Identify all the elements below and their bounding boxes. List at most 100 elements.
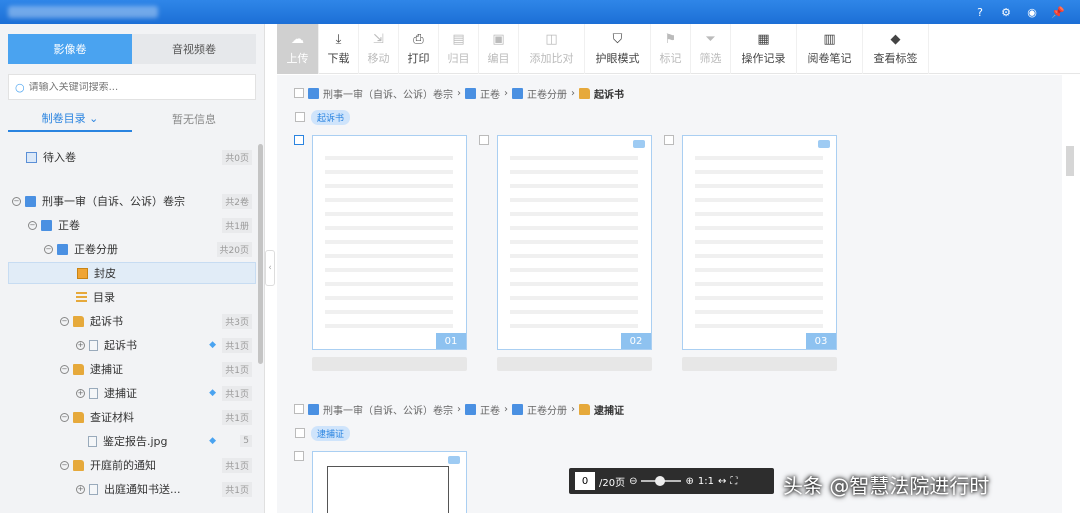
reading-notes-button[interactable]: ▥ 阅卷笔记 xyxy=(797,24,863,74)
tree-count: 共1页 xyxy=(222,481,252,497)
collapse-icon[interactable]: − xyxy=(60,460,69,470)
breadcrumb-item[interactable]: 刑事一审（自诉、公诉）卷宗 xyxy=(323,402,453,417)
print-button[interactable]: ⎙ 打印 xyxy=(399,24,439,74)
breadcrumb-item[interactable]: 正卷分册 xyxy=(527,86,567,101)
collapse-icon[interactable]: − xyxy=(12,196,21,206)
document-checkbox[interactable] xyxy=(295,428,305,438)
upload-label: 上传 xyxy=(286,51,309,65)
upload-button[interactable]: ☁ 上传 xyxy=(277,24,319,74)
tree-item-case-file[interactable]: − 刑事一审（自诉、公诉）卷宗 共2卷 xyxy=(8,190,256,212)
collapse-icon[interactable]: − xyxy=(28,220,37,230)
search-input[interactable] xyxy=(28,81,249,93)
tree-label: 出庭通知书送... xyxy=(104,483,181,496)
document-checkbox[interactable] xyxy=(295,112,305,122)
page-checkbox[interactable] xyxy=(479,135,489,145)
document-chip[interactable]: 起诉书 xyxy=(311,109,351,125)
page-thumbnail[interactable]: 03 xyxy=(682,135,837,350)
tab-av-volume[interactable]: 音视频卷 xyxy=(132,34,256,64)
actual-size-button[interactable]: 1:1 xyxy=(698,476,714,487)
breadcrumb-item[interactable]: 刑事一审（自诉、公诉）卷宗 xyxy=(323,86,453,101)
compare-icon: ◫ xyxy=(545,31,558,47)
categorize-button[interactable]: ▤ 归目 xyxy=(439,24,479,74)
view-tags-button[interactable]: ◆ 查看标签 xyxy=(863,24,929,74)
tree-item-arrest-folder[interactable]: − 逮捕证 共1页 xyxy=(8,358,256,380)
zoom-slider[interactable] xyxy=(641,476,682,486)
tree-item-indictment[interactable]: + 起诉书 ◆ 共1页 xyxy=(8,334,256,356)
folder-icon xyxy=(579,87,590,99)
move-icon: ⇲ xyxy=(373,31,384,47)
tree-item-main-volume[interactable]: − 正卷 共1册 xyxy=(8,214,256,236)
case-file-icon xyxy=(308,87,319,99)
collapse-icon[interactable]: − xyxy=(44,244,53,254)
collapse-icon[interactable]: − xyxy=(60,412,69,422)
title-bar: ? ⚙ ◉ 📌 xyxy=(0,0,1080,24)
browser-icon[interactable]: ◉ xyxy=(1024,4,1040,20)
tree-item-indictment-folder[interactable]: − 起诉书 共3页 xyxy=(8,310,256,332)
eye-protection-button[interactable]: ⛉ 护眼模式 xyxy=(585,24,651,74)
file-icon xyxy=(89,387,98,399)
volume-icon xyxy=(465,403,476,415)
collapse-icon[interactable]: − xyxy=(60,316,69,326)
expand-icon[interactable]: + xyxy=(76,388,85,398)
fit-width-icon[interactable]: ↔ xyxy=(718,476,726,487)
mark-button[interactable]: ⚑ 标记 xyxy=(651,24,691,74)
help-icon[interactable]: ? xyxy=(972,4,988,20)
move-button[interactable]: ⇲ 移动 xyxy=(359,24,399,74)
file-icon xyxy=(89,483,98,495)
filter-label: 筛选 xyxy=(699,51,722,65)
tree-item-arrest[interactable]: + 逮捕证 ◆ 共1页 xyxy=(8,382,256,404)
expand-icon[interactable]: + xyxy=(76,484,85,494)
zoom-slider-knob[interactable] xyxy=(655,476,666,486)
section-checkbox[interactable] xyxy=(294,404,304,414)
expand-icon[interactable]: + xyxy=(76,340,85,350)
tree-item-sub-volume[interactable]: − 正卷分册 共20页 xyxy=(8,238,256,260)
tree-item-notice-folder[interactable]: − 开庭前的通知 共1页 xyxy=(8,454,256,476)
page-checkbox[interactable] xyxy=(664,135,674,145)
tab-catalog[interactable]: 制卷目录 ⌄ xyxy=(8,106,132,132)
gear-icon[interactable]: ⚙ xyxy=(998,4,1014,20)
page-checkbox[interactable] xyxy=(294,451,304,461)
tree-item-court-notice[interactable]: + 出庭通知书送... 共1页 xyxy=(8,478,256,500)
breadcrumb-item[interactable]: 正卷 xyxy=(480,86,500,101)
left-panel: 影像卷 音视频卷 ○ 制卷目录 ⌄ 暂无信息 待入卷 共0页 − 刑事一审（自诉… xyxy=(0,24,265,513)
tree-scrollbar[interactable] xyxy=(258,144,263,364)
page-thumbnail[interactable] xyxy=(312,451,467,513)
tree-item-report-jpg[interactable]: 鉴定报告.jpg ◆ 5 xyxy=(8,430,256,452)
document-chip[interactable]: 逮捕证 xyxy=(311,425,351,441)
page-number: 03 xyxy=(806,333,836,349)
pin-icon[interactable]: 📌 xyxy=(1050,4,1066,20)
tag-icon: ◆ xyxy=(890,31,901,47)
page-input[interactable]: 0 xyxy=(575,472,595,490)
tree-count: 共1页 xyxy=(222,409,252,425)
operation-log-button[interactable]: ▦ 操作记录 xyxy=(731,24,797,74)
breadcrumb-item[interactable]: 正卷 xyxy=(480,402,500,417)
page-thumbnail[interactable]: 02 xyxy=(497,135,652,350)
breadcrumb-item[interactable]: 正卷分册 xyxy=(527,402,567,417)
tab-no-info[interactable]: 暂无信息 xyxy=(132,106,256,132)
page-caption xyxy=(497,357,652,371)
tab-image-volume[interactable]: 影像卷 xyxy=(8,34,132,64)
section-checkbox[interactable] xyxy=(294,88,304,98)
filter-button[interactable]: ⏷ 筛选 xyxy=(691,24,731,74)
tree-item-toc[interactable]: 目录 xyxy=(8,286,256,308)
tree-item-evidence-folder[interactable]: − 查证材料 共1页 xyxy=(8,406,256,428)
tree-item-cover[interactable]: 封皮 xyxy=(8,262,256,284)
page-checkbox[interactable] xyxy=(294,135,304,145)
catalog-button[interactable]: ▣ 编目 xyxy=(479,24,519,74)
scrollbar-thumb[interactable] xyxy=(1066,146,1074,176)
zoom-toolbar: 0 /20页 ⊖ ⊕ 1:1 ↔ ⛶ xyxy=(569,468,774,494)
folder-icon xyxy=(73,411,84,423)
zoom-in-icon[interactable]: ⊕ xyxy=(685,476,693,487)
collapse-icon[interactable]: − xyxy=(60,364,69,374)
search-box[interactable]: ○ xyxy=(8,74,256,100)
page-image xyxy=(327,466,449,513)
add-compare-button[interactable]: ◫ 添加比对 xyxy=(519,24,585,74)
view-tags-label: 查看标签 xyxy=(873,51,918,65)
download-button[interactable]: ⤓ 下载 xyxy=(319,24,359,74)
collapse-panel-handle[interactable]: ‹ xyxy=(265,250,275,286)
page-thumbnail[interactable]: 01 xyxy=(312,135,467,350)
tree-item-pending[interactable]: 待入卷 共0页 xyxy=(8,146,256,168)
zoom-out-icon[interactable]: ⊖ xyxy=(629,476,637,487)
main-scrollbar[interactable] xyxy=(1066,80,1074,500)
fullscreen-icon[interactable]: ⛶ xyxy=(730,476,737,487)
